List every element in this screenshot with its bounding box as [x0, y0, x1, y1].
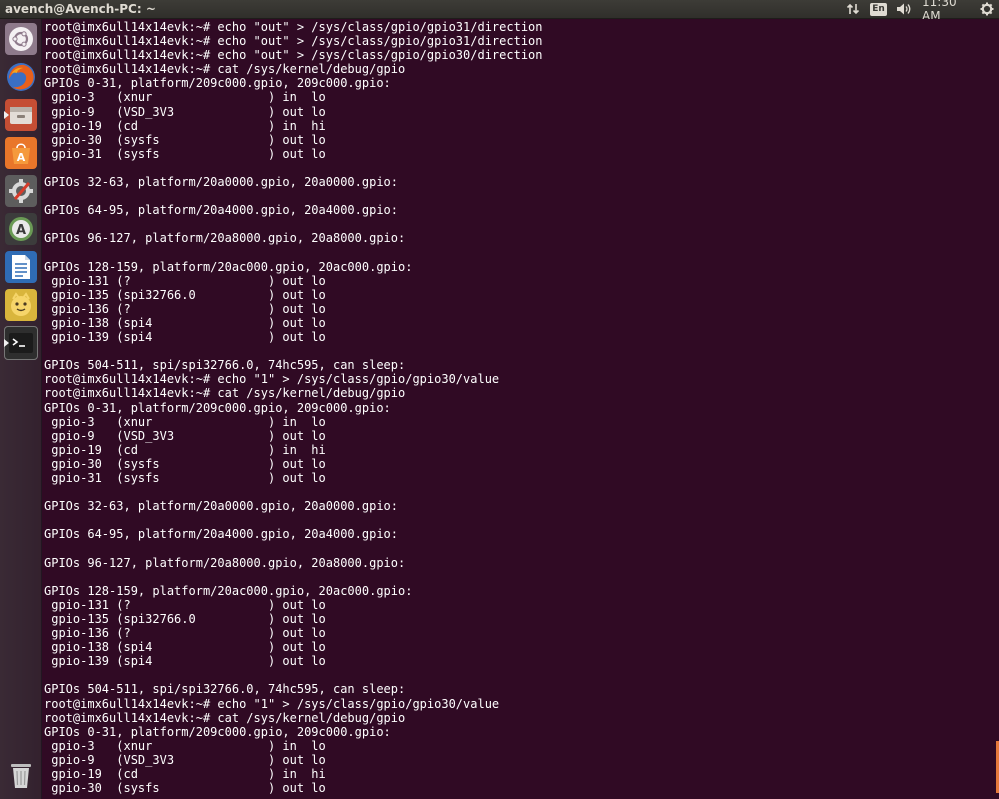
terminal-line: root@imx6ull14x14evk:~# cat /sys/kernel/… — [44, 62, 406, 77]
ubuntu-dash-icon — [5, 23, 37, 55]
system-settings-icon — [5, 175, 37, 207]
network-indicator[interactable] — [844, 1, 862, 17]
terminal-line: gpio-139 (spi4 ) out lo — [44, 330, 326, 345]
terminal-line: gpio-19 (cd ) in hi — [44, 118, 326, 133]
running-app-pip — [4, 339, 9, 347]
session-indicator[interactable] — [978, 1, 996, 17]
terminal-line: gpio-19 (cd ) in hi — [44, 442, 326, 457]
launcher-item-firefox[interactable] — [4, 60, 38, 94]
terminal-output: root@imx6ull14x14evk:~# echo "out" > /sy… — [44, 20, 543, 795]
terminal-line: gpio-131 (? ) out lo — [44, 597, 326, 612]
keyboard-layout-indicator[interactable]: En — [870, 1, 887, 17]
terminal-line: gpio-138 (spi4 ) out lo — [44, 315, 326, 330]
launcher-item-writer[interactable] — [4, 250, 38, 284]
terminal-line: gpio-136 (? ) out lo — [44, 301, 326, 316]
launcher-item-terminal[interactable] — [4, 326, 38, 360]
terminal-line: root@imx6ull14x14evk:~# cat /sys/kernel/… — [44, 386, 406, 401]
terminal-line: gpio-3 (xnur ) in lo — [44, 738, 326, 753]
terminal-line: gpio-9 (VSD_3V3 ) out lo — [44, 428, 326, 443]
terminal-line: gpio-136 (? ) out lo — [44, 626, 326, 641]
top-panel: avench@Avench-PC: ~ En 11:30 AM — [0, 0, 999, 23]
app-icon — [5, 289, 37, 321]
terminal-line: GPIOs 0-31, platform/209c000.gpio, 209c0… — [44, 76, 391, 91]
terminal-line: gpio-135 (spi32766.0 ) out lo — [44, 611, 326, 626]
terminal-line: GPIOs 64-95, platform/20a4000.gpio, 20a4… — [44, 527, 399, 542]
terminal-line: GPIOs 32-63, platform/20a0000.gpio, 20a0… — [44, 175, 399, 190]
libreoffice-writer-icon — [5, 251, 37, 283]
terminal-icon — [4, 326, 38, 360]
terminal-line: gpio-30 (sysfs ) out lo — [44, 456, 326, 471]
launcher-item-software-updater[interactable]: A — [4, 212, 38, 246]
trash-icon — [5, 759, 37, 791]
firefox-icon — [5, 61, 37, 93]
terminal-line: root@imx6ull14x14evk:~# echo "1" > /sys/… — [44, 696, 500, 711]
terminal-line: gpio-30 (sysfs ) out lo — [44, 132, 326, 147]
terminal-line: gpio-31 (sysfs ) out lo — [44, 146, 326, 161]
software-center-icon: A — [5, 137, 37, 169]
files-icon — [5, 99, 37, 131]
terminal-line: root@imx6ull14x14evk:~# echo "out" > /sy… — [44, 34, 543, 49]
launcher: A A — [0, 19, 42, 799]
terminal-line: GPIOs 128-159, platform/20ac000.gpio, 20… — [44, 583, 413, 598]
launcher-item-system-settings[interactable] — [4, 174, 38, 208]
running-app-pip — [4, 111, 9, 119]
terminal-line: GPIOs 0-31, platform/209c000.gpio, 209c0… — [44, 400, 391, 415]
svg-text:A: A — [17, 151, 26, 164]
terminal-line: gpio-9 (VSD_3V3 ) out lo — [44, 752, 326, 767]
terminal-line: gpio-3 (xnur ) in lo — [44, 90, 326, 105]
terminal-window[interactable]: root@imx6ull14x14evk:~# echo "out" > /sy… — [42, 19, 999, 799]
terminal-line: GPIOs 64-95, platform/20a4000.gpio, 20a4… — [44, 203, 399, 218]
software-updater-icon: A — [5, 213, 37, 245]
terminal-line: gpio-139 (spi4 ) out lo — [44, 654, 326, 669]
gear-icon — [980, 2, 994, 16]
terminal-line: GPIOs 0-31, platform/209c000.gpio, 209c0… — [44, 724, 391, 739]
svg-text:A: A — [16, 223, 26, 238]
launcher-item-software-center[interactable]: A — [4, 136, 38, 170]
terminal-line: gpio-3 (xnur ) in lo — [44, 414, 326, 429]
terminal-line: GPIOs 128-159, platform/20ac000.gpio, 20… — [44, 259, 413, 274]
terminal-line: root@imx6ull14x14evk:~# echo "out" > /sy… — [44, 48, 543, 63]
terminal-line: GPIOs 504-511, spi/spi32766.0, 74hc595, … — [44, 682, 406, 697]
launcher-item-dash[interactable] — [4, 22, 38, 56]
speaker-icon — [897, 3, 911, 15]
window-title: avench@Avench-PC: ~ — [5, 2, 156, 16]
terminal-line: root@imx6ull14x14evk:~# echo "out" > /sy… — [44, 20, 543, 34]
terminal-line: gpio-30 (sysfs ) out lo — [44, 781, 326, 796]
launcher-item-trash[interactable] — [4, 758, 38, 792]
terminal-line: gpio-9 (VSD_3V3 ) out lo — [44, 104, 326, 119]
terminal-line: root@imx6ull14x14evk:~# cat /sys/kernel/… — [44, 710, 406, 725]
keyboard-layout-label: En — [870, 2, 887, 16]
terminal-line: gpio-19 (cd ) in hi — [44, 766, 326, 781]
terminal-line: gpio-135 (spi32766.0 ) out lo — [44, 287, 326, 302]
terminal-line: GPIOs 32-63, platform/20a0000.gpio, 20a0… — [44, 499, 399, 514]
terminal-line: GPIOs 504-511, spi/spi32766.0, 74hc595, … — [44, 358, 406, 373]
volume-indicator[interactable] — [894, 1, 914, 17]
terminal-line: root@imx6ull14x14evk:~# echo "1" > /sys/… — [44, 372, 500, 387]
terminal-line: gpio-31 (sysfs ) out lo — [44, 471, 326, 485]
terminal-line: gpio-138 (spi4 ) out lo — [44, 640, 326, 655]
clock-indicator[interactable]: 11:30 AM — [922, 0, 972, 23]
terminal-line: GPIOs 96-127, platform/20a8000.gpio, 20a… — [44, 231, 406, 246]
terminal-line: gpio-131 (? ) out lo — [44, 273, 326, 288]
terminal-line: GPIOs 96-127, platform/20a8000.gpio, 20a… — [44, 555, 406, 570]
launcher-item-files[interactable] — [4, 98, 38, 132]
network-arrows-icon — [846, 3, 860, 15]
launcher-item-app[interactable] — [4, 288, 38, 322]
